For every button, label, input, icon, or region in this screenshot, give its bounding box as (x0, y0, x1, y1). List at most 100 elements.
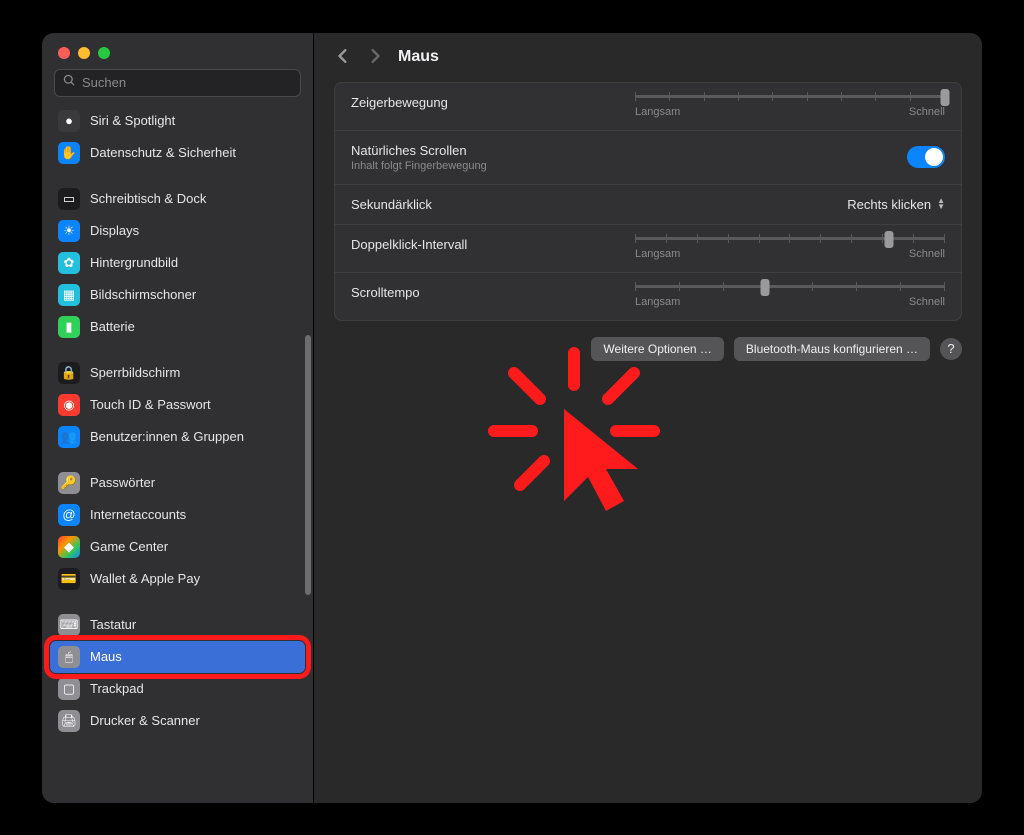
sidebar-item-label: Touch ID & Passwort (90, 397, 211, 412)
sidebar-item-label: Datenschutz & Sicherheit (90, 145, 236, 160)
passw-rter-icon: 🔑 (58, 472, 80, 494)
sidebar-item-label: Drucker & Scanner (90, 713, 200, 728)
secondary-click-select[interactable]: Rechts klicken ▲▼ (847, 197, 945, 212)
page-title: Maus (398, 48, 439, 66)
row-tracking-speed: Zeigerbewegung Langsam Schnell (335, 83, 961, 131)
sidebar-item-passw-rter[interactable]: 🔑 Passwörter (50, 467, 305, 499)
internetaccounts-icon: @ (58, 504, 80, 526)
secondary-click-label: Sekundärklick (351, 197, 551, 212)
sidebar-item-label: Sperrbildschirm (90, 365, 180, 380)
sidebar-item-label: Benutzer:innen & Gruppen (90, 429, 244, 444)
game-center-icon: ◆ (58, 536, 80, 558)
sidebar-item-maus[interactable]: 🖱 Maus (50, 641, 305, 673)
nav-back-button[interactable] (334, 47, 352, 68)
search-icon (63, 74, 76, 92)
sidebar-item-touch-id-passwort[interactable]: ◉ Touch ID & Passwort (50, 389, 305, 421)
cursor-arrow-icon (564, 409, 638, 511)
sidebar-item-batterie[interactable]: ▮ Batterie (50, 311, 305, 343)
sidebar-item-trackpad[interactable]: ▢ Trackpad (50, 673, 305, 705)
close-button[interactable] (58, 47, 70, 59)
sidebar-item-label: Internetaccounts (90, 507, 186, 522)
sidebar-item-label: Wallet & Apple Pay (90, 571, 200, 586)
sidebar-item-label: Hintergrundbild (90, 255, 178, 270)
sidebar-item-benutzer-innen-gruppen[interactable]: 👥 Benutzer:innen & Gruppen (50, 421, 305, 453)
tracking-slider[interactable]: Langsam Schnell (635, 95, 945, 118)
scrollbar-thumb[interactable] (305, 335, 311, 595)
sidebar-item-siri-spotlight[interactable]: ● Siri & Spotlight (50, 105, 305, 137)
slider-fast-label: Schnell (909, 296, 945, 308)
minimize-button[interactable] (78, 47, 90, 59)
sidebar-item-label: Passwörter (90, 475, 155, 490)
sidebar-item-internetaccounts[interactable]: @ Internetaccounts (50, 499, 305, 531)
sperrbildschirm-icon: 🔒 (58, 362, 80, 384)
sidebar: ● Siri & Spotlight ✋ Datenschutz & Sicherhe… (42, 33, 314, 803)
siri-spotlight-icon: ● (58, 110, 80, 132)
chevron-updown-icon: ▲▼ (937, 198, 945, 210)
slider-slow-label: Langsam (635, 296, 680, 308)
slider-fast-label: Schnell (909, 106, 945, 118)
sidebar-item-schreibtisch-dock[interactable]: ▭ Schreibtisch & Dock (50, 183, 305, 215)
row-natural-scrolling: Natürliches Scrollen Inhalt folgt Finger… (335, 131, 961, 185)
natural-scroll-sub: Inhalt folgt Fingerbewegung (351, 160, 551, 172)
tracking-label: Zeigerbewegung (351, 95, 551, 110)
sidebar-item-label: Game Center (90, 539, 168, 554)
double-click-slider[interactable]: Langsam Schnell (635, 237, 945, 260)
slider-slow-label: Langsam (635, 106, 680, 118)
more-options-button[interactable]: Weitere Optionen … (591, 337, 724, 361)
maus-icon: 🖱 (58, 646, 80, 668)
hintergrundbild-icon: ✿ (58, 252, 80, 274)
main-header: Maus (314, 33, 982, 82)
nav-forward-button[interactable] (366, 47, 384, 68)
row-scroll-speed: Scrolltempo Langsam Schnell (335, 273, 961, 320)
sidebar-item-displays[interactable]: ☀ Displays (50, 215, 305, 247)
trackpad-icon: ▢ (58, 678, 80, 700)
displays-icon: ☀ (58, 220, 80, 242)
footer-buttons: Weitere Optionen … Bluetooth-Maus konfig… (314, 321, 982, 377)
maximize-button[interactable] (98, 47, 110, 59)
search-input[interactable] (82, 75, 292, 90)
sidebar-item-bildschirmschoner[interactable]: ▦ Bildschirmschoner (50, 279, 305, 311)
sidebar-item-tastatur[interactable]: ⌨ Tastatur (50, 609, 305, 641)
sidebar-item-sperrbildschirm[interactable]: 🔒 Sperrbildschirm (50, 357, 305, 389)
main-panel: Maus Zeigerbewegung Langsam S (314, 33, 982, 803)
settings-panel: Zeigerbewegung Langsam Schnell (334, 82, 962, 321)
search-field[interactable] (54, 69, 301, 97)
sidebar-item-label: Bildschirmschoner (90, 287, 196, 302)
sidebar-item-hintergrundbild[interactable]: ✿ Hintergrundbild (50, 247, 305, 279)
sidebar-item-label: Schreibtisch & Dock (90, 191, 206, 206)
secondary-click-value: Rechts klicken (847, 197, 931, 212)
scroll-speed-slider[interactable]: Langsam Schnell (635, 285, 945, 308)
drucker-scanner-icon: 🖨 (58, 710, 80, 732)
window-controls (42, 33, 313, 69)
row-double-click: Doppelklick-Intervall Langsam Schnell (335, 225, 961, 273)
sidebar-item-game-center[interactable]: ◆ Game Center (50, 531, 305, 563)
system-settings-window: ● Siri & Spotlight ✋ Datenschutz & Sicherhe… (42, 33, 982, 803)
sidebar-item-wallet-apple-pay[interactable]: 💳 Wallet & Apple Pay (50, 563, 305, 595)
double-click-label: Doppelklick-Intervall (351, 237, 551, 252)
sidebar-item-datenschutz-sicherheit[interactable]: ✋ Datenschutz & Sicherheit (50, 137, 305, 169)
natural-scroll-toggle[interactable] (907, 146, 945, 168)
sidebar-item-label: Batterie (90, 319, 135, 334)
slider-slow-label: Langsam (635, 248, 680, 260)
natural-scroll-label: Natürliches Scrollen (351, 143, 551, 158)
sidebar-item-label: Maus (90, 649, 122, 664)
row-secondary-click: Sekundärklick Rechts klicken ▲▼ (335, 185, 961, 225)
sidebar-list[interactable]: ● Siri & Spotlight ✋ Datenschutz & Sicherhe… (42, 105, 313, 803)
sidebar-item-label: Displays (90, 223, 139, 238)
sidebar-item-drucker-scanner[interactable]: 🖨 Drucker & Scanner (50, 705, 305, 737)
slider-fast-label: Schnell (909, 248, 945, 260)
datenschutz-sicherheit-icon: ✋ (58, 142, 80, 164)
wallet-apple-pay-icon: 💳 (58, 568, 80, 590)
sidebar-item-label: Siri & Spotlight (90, 113, 175, 128)
scroll-speed-label: Scrolltempo (351, 285, 551, 300)
touch-id-passwort-icon: ◉ (58, 394, 80, 416)
bildschirmschoner-icon: ▦ (58, 284, 80, 306)
sidebar-item-label: Tastatur (90, 617, 136, 632)
batterie-icon: ▮ (58, 316, 80, 338)
sidebar-item-label: Trackpad (90, 681, 144, 696)
help-button[interactable]: ? (940, 338, 962, 360)
schreibtisch-dock-icon: ▭ (58, 188, 80, 210)
benutzer-innen-gruppen-icon: 👥 (58, 426, 80, 448)
tastatur-icon: ⌨ (58, 614, 80, 636)
bluetooth-config-button[interactable]: Bluetooth-Maus konfigurieren … (734, 337, 930, 361)
